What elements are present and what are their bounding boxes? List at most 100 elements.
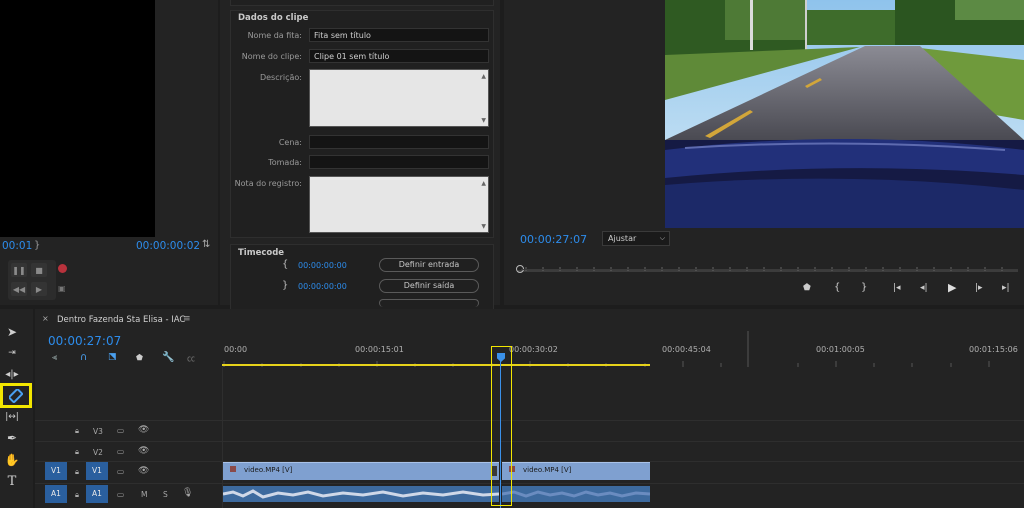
take-label: Tomada:	[268, 158, 302, 167]
program-video-frame	[665, 0, 1024, 228]
go-to-in-icon[interactable]: |◂	[893, 283, 901, 293]
timeline-timecode[interactable]: 00:00:27:07	[48, 334, 121, 348]
clip-name-field[interactable]: Clipe 01 sem título	[309, 49, 489, 63]
ruler-label: 00:01:00:05	[816, 345, 865, 354]
razor-tool-icon[interactable]	[6, 387, 26, 405]
scroll-down-icon[interactable]: ▼	[481, 223, 486, 230]
solo-button[interactable]: S	[163, 490, 168, 499]
set-in-button[interactable]: Definir entrada	[379, 258, 479, 272]
description-field[interactable]: ▲ ▼	[309, 69, 489, 127]
capture-panel: Dados do clipe Nome da fita: Fita sem tí…	[220, 0, 500, 314]
eye-icon[interactable]: 👁︎	[138, 425, 149, 435]
sync-lock-icon[interactable]: ▭	[117, 467, 124, 476]
sequence-tab[interactable]: Dentro Fazenda Sta Elisa - IAC	[57, 315, 185, 325]
ruler-label: 00:00:30:02	[509, 345, 558, 354]
eye-icon[interactable]: 👁︎	[138, 466, 149, 476]
ripple-edit-tool-icon[interactable]: ◂|▸	[2, 365, 22, 383]
audio-clip-right[interactable]	[502, 486, 650, 502]
zoom-select[interactable]: Ajustar ⌵	[602, 231, 670, 246]
sync-lock-icon[interactable]: ▭	[117, 447, 124, 456]
play-icon[interactable]: ▶	[948, 281, 956, 294]
mute-button[interactable]: M	[141, 490, 147, 499]
track-select-tool-icon[interactable]: ⇥	[2, 344, 22, 362]
go-to-out-icon[interactable]: ▸|	[1002, 283, 1010, 293]
pause-icon[interactable]: ❚❚	[11, 263, 27, 277]
partial-button[interactable]	[379, 299, 479, 307]
hand-tool-icon[interactable]: ✋	[2, 451, 22, 469]
scroll-up-icon[interactable]: ▲	[481, 73, 486, 80]
scroll-down-icon[interactable]: ▼	[481, 117, 486, 124]
rewind-icon[interactable]: ◀◀	[11, 282, 27, 296]
stop-icon[interactable]: ■	[31, 263, 47, 277]
lock-icon[interactable]: 🔒︎	[75, 467, 79, 477]
capture-controls: ❚❚ ■ ◀◀ ▶ ▣	[8, 260, 67, 300]
tape-name-field[interactable]: Fita sem título	[309, 28, 489, 42]
program-timecode: 00:00:27:07	[520, 233, 588, 246]
source-preview	[0, 0, 155, 237]
step-back-icon[interactable]: ◂|	[920, 283, 928, 293]
audio-clip-left[interactable]	[223, 486, 499, 502]
ruler-label: 00:00	[224, 345, 248, 354]
upper-section	[230, 0, 494, 6]
snap-magnet-icon[interactable]: ∩	[80, 352, 87, 363]
timeline-panel: × Dentro Fazenda Sta Elisa - IAC ≡ 00:00…	[35, 309, 1024, 508]
in-timecode[interactable]: 00:00:00:00	[298, 261, 347, 270]
timeline-ruler[interactable]	[222, 331, 1024, 367]
out-timecode[interactable]: 00:00:00:00	[298, 282, 347, 291]
work-area-bar[interactable]	[222, 364, 650, 366]
track-name-v3: V3	[93, 427, 103, 436]
track-target-a1[interactable]: A1	[86, 485, 108, 503]
video-clip-right[interactable]: video.MP4 [V]	[502, 462, 650, 480]
panel-menu-icon[interactable]: ≡	[183, 314, 191, 324]
pen-tool-icon[interactable]: ✒	[2, 429, 22, 447]
scroll-up-icon[interactable]: ▲	[481, 180, 486, 187]
add-marker-icon[interactable]: ⬟	[136, 353, 143, 362]
eye-icon[interactable]: 👁︎	[138, 446, 149, 456]
source-timecode-left: 00:01	[2, 240, 33, 252]
play-forward-icon[interactable]: ▶	[31, 282, 47, 296]
clip-label: video.MP4 [V]	[523, 466, 572, 474]
cut-highlight	[491, 346, 512, 506]
marker-icon[interactable]: ⬟	[803, 283, 811, 293]
lock-icon[interactable]: 🔒︎	[75, 447, 79, 457]
scene-field[interactable]	[309, 135, 489, 149]
type-tool-icon[interactable]: T	[2, 472, 22, 490]
mark-out-icon[interactable]: }	[861, 282, 867, 293]
scene-detect-icon[interactable]: ▣	[58, 284, 66, 293]
wrench-icon[interactable]: 🔧	[162, 352, 174, 363]
slip-tool-icon[interactable]: |↔|	[2, 408, 22, 426]
track-target-v1[interactable]: V1	[86, 462, 108, 480]
record-icon[interactable]	[58, 264, 67, 273]
settings-icon[interactable]: ⇅	[202, 239, 210, 250]
source-patch-v1[interactable]: V1	[45, 462, 67, 480]
program-scrub-bar[interactable]	[521, 269, 1018, 270]
nest-icon[interactable]: ⫷	[52, 353, 57, 363]
step-forward-icon[interactable]: |▸	[975, 283, 983, 293]
video-clip-left[interactable]: video.MP4 [V]	[223, 462, 499, 480]
tools-panel: ➤ ⇥ ◂|▸ |↔| ✒ ✋ T	[0, 309, 33, 508]
track-name-v2: V2	[93, 448, 103, 457]
marker-bracket-icon: }	[34, 240, 41, 251]
microphone-icon[interactable]: 🎙︎	[182, 488, 193, 498]
set-out-button[interactable]: Definir saída	[379, 279, 479, 293]
program-time-ruler[interactable]	[518, 257, 1018, 272]
scene-label: Cena:	[278, 138, 302, 147]
chevron-down-icon: ⌵	[659, 234, 665, 242]
source-patch-a1[interactable]: A1	[45, 485, 67, 503]
captions-icon[interactable]: ㏄	[187, 353, 195, 364]
selection-tool-icon[interactable]: ➤	[2, 323, 22, 341]
premiere-workspace: 00:01 } 00:00:00:02 ⇅ ❚❚ ■ ◀◀ ▶ ▣ Dados …	[0, 0, 1024, 508]
close-tab-icon[interactable]: ×	[42, 314, 49, 323]
mark-in-icon[interactable]: {	[834, 282, 840, 293]
linked-selection-icon[interactable]: ⬔	[108, 352, 117, 362]
ruler-label: 00:01:15:06	[969, 345, 1018, 354]
sync-lock-icon[interactable]: ▭	[117, 426, 124, 435]
sync-lock-icon[interactable]: ▭	[117, 490, 124, 499]
out-point-icon: }	[282, 280, 289, 291]
lock-icon[interactable]: 🔒︎	[75, 426, 79, 436]
log-note-field[interactable]: ▲ ▼	[309, 176, 489, 233]
lock-icon[interactable]: 🔒︎	[75, 490, 79, 500]
zoom-select-value: Ajustar	[608, 234, 637, 243]
take-field[interactable]	[309, 155, 489, 169]
ruler-label: 00:00:45:04	[662, 345, 711, 354]
